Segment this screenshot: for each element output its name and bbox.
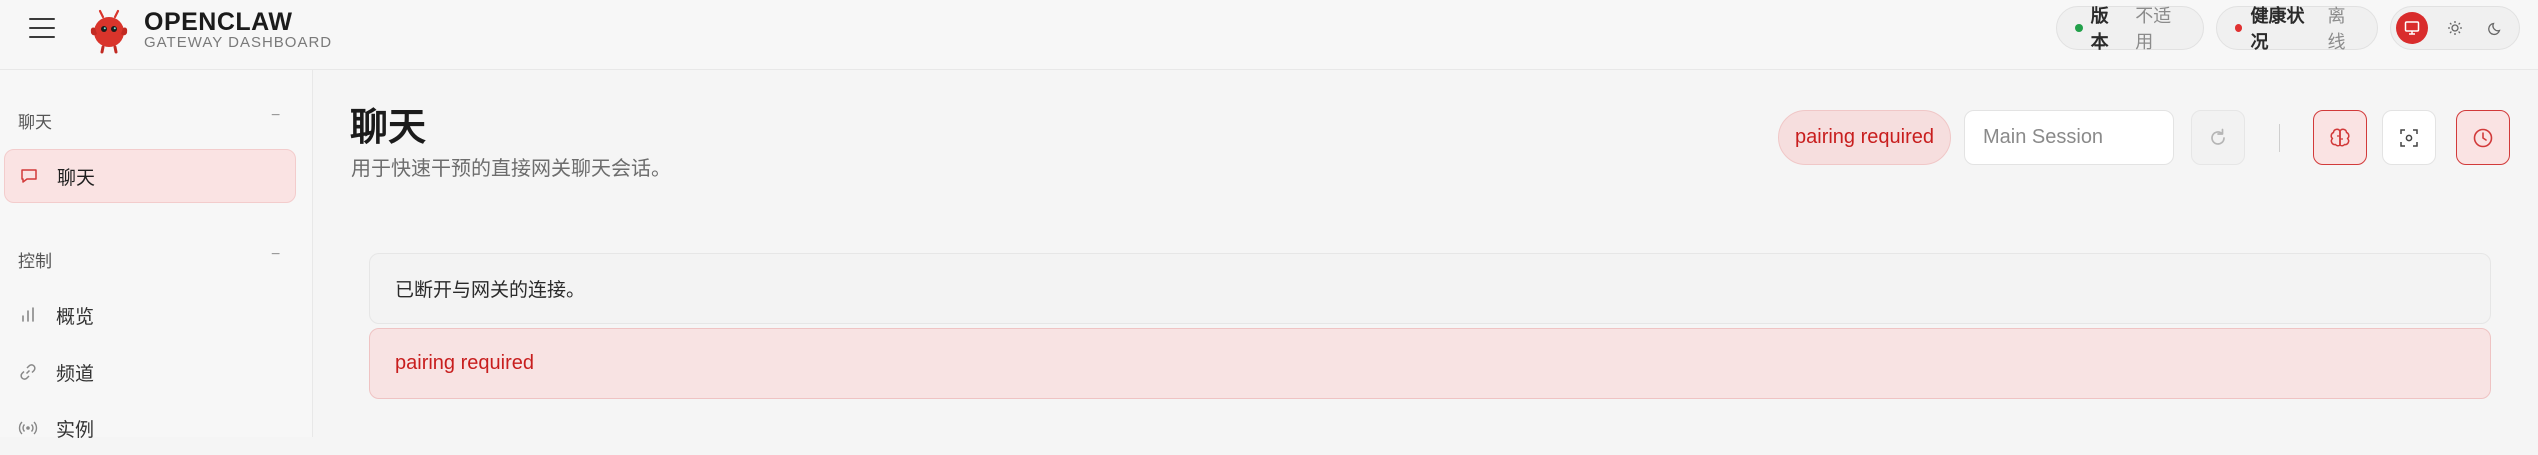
top-bar: OPENCLAW GATEWAY DASHBOARD 版本 不适用 健康状况 离… bbox=[0, 0, 2538, 70]
theme-switcher bbox=[2390, 6, 2520, 50]
version-pill: 版本 不适用 bbox=[2056, 6, 2204, 52]
health-label: 健康状况 bbox=[2250, 6, 2305, 52]
collapse-chat-toggle[interactable]: − bbox=[271, 107, 280, 125]
clock-icon bbox=[2473, 128, 2493, 147]
connection-status-message: 已断开与网关的连接。 bbox=[369, 253, 2491, 324]
sidebar-item-channels[interactable]: 频道 bbox=[4, 345, 296, 399]
refresh-button[interactable] bbox=[2191, 110, 2245, 165]
version-status-dot bbox=[2075, 24, 2083, 32]
focus-mode-button[interactable] bbox=[2382, 110, 2436, 165]
health-status-dot bbox=[2235, 24, 2243, 32]
version-value: 不适用 bbox=[2135, 6, 2172, 52]
sidebar-item-label: 概览 bbox=[56, 306, 95, 328]
brand-subtitle: GATEWAY DASHBOARD bbox=[144, 34, 333, 51]
brand-title: OPENCLAW bbox=[144, 8, 293, 36]
sidebar-section-chat: 聊天 bbox=[18, 113, 52, 132]
moon-icon[interactable] bbox=[2480, 12, 2512, 44]
sidebar-item-label: 频道 bbox=[56, 363, 95, 385]
sun-icon[interactable] bbox=[2439, 12, 2471, 44]
thinking-toggle-button[interactable] bbox=[2313, 110, 2367, 165]
sidebar-item-chat[interactable]: 聊天 bbox=[4, 149, 296, 203]
sidebar-section-control: 控制 bbox=[18, 252, 52, 271]
link-icon bbox=[18, 362, 38, 382]
sidebar-item-label: 聊天 bbox=[57, 167, 96, 189]
sidebar-item-label: 实例 bbox=[56, 419, 95, 441]
error-message: pairing required bbox=[369, 328, 2491, 399]
health-pill: 健康状况 离线 bbox=[2216, 6, 2378, 52]
sidebar: 聊天 − 聊天 控制 − 概览 频道 实例 bbox=[0, 70, 313, 441]
logo-icon bbox=[90, 9, 128, 54]
menu-icon[interactable] bbox=[29, 18, 55, 40]
toolbar-divider bbox=[2279, 124, 2280, 152]
version-label: 版本 bbox=[2090, 6, 2109, 52]
page-subtitle: 用于快速干预的直接网关聊天会话。 bbox=[351, 158, 671, 180]
sidebar-item-overview[interactable]: 概览 bbox=[4, 288, 296, 342]
bar-chart-icon bbox=[18, 305, 38, 325]
focus-icon bbox=[2400, 128, 2418, 147]
pairing-status-badge: pairing required bbox=[1778, 110, 1951, 165]
sidebar-item-instances[interactable]: 实例 bbox=[4, 401, 296, 455]
history-button[interactable] bbox=[2456, 110, 2510, 165]
collapse-control-toggle[interactable]: − bbox=[271, 246, 280, 264]
brain-icon bbox=[2330, 128, 2350, 147]
connection-status-text: 已断开与网关的连接。 bbox=[395, 280, 586, 301]
chat-bubble-icon bbox=[19, 166, 39, 186]
broadcast-icon bbox=[18, 418, 38, 438]
page-title: 聊天 bbox=[350, 107, 427, 149]
session-input[interactable] bbox=[1964, 110, 2174, 165]
health-value: 离线 bbox=[2327, 6, 2346, 52]
refresh-icon bbox=[2211, 128, 2225, 145]
monitor-icon[interactable] bbox=[2396, 12, 2428, 44]
error-text: pairing required bbox=[395, 352, 534, 374]
